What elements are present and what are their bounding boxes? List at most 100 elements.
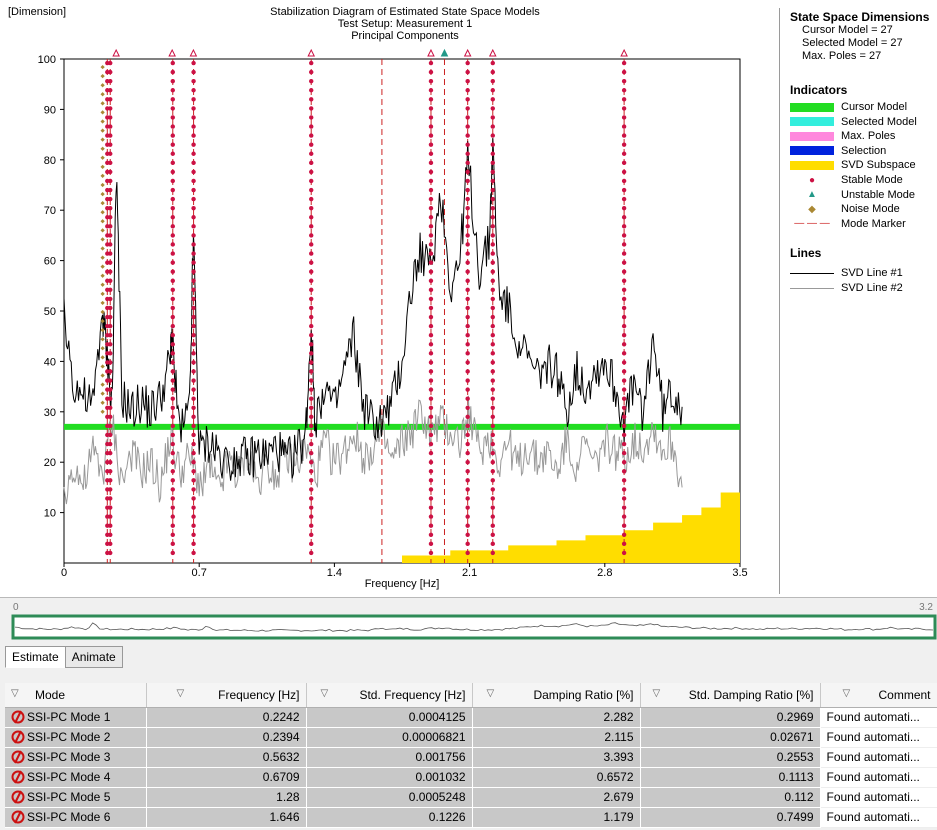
stable-mode-column[interactable] xyxy=(191,60,196,556)
std-damping-cell[interactable]: 0.1113 xyxy=(640,767,821,788)
stable-mode-dot xyxy=(490,405,495,410)
std-frequency-cell[interactable]: 0.1226 xyxy=(306,807,473,828)
stable-mode-dot xyxy=(465,251,470,256)
damping-cell[interactable]: 0.6572 xyxy=(472,767,641,788)
legend-lines-title: Lines xyxy=(790,246,822,260)
col-header-damping[interactable]: ▽ Damping Ratio [%] xyxy=(472,683,641,708)
std-frequency-cell-text: 0.1226 xyxy=(428,810,466,824)
damping-cell[interactable]: 2.115 xyxy=(472,727,641,748)
stable-mode-column[interactable] xyxy=(490,60,495,556)
stable-mode-dot xyxy=(108,233,113,238)
table-row[interactable]: SSI-PC Mode 1 0.2242 0.0004125 2.282 0.2969 F… xyxy=(5,707,937,728)
plot-area[interactable] xyxy=(63,58,741,564)
stable-mode-dot xyxy=(170,487,175,492)
stable-mode-dot xyxy=(465,242,470,247)
col-header-frequency[interactable]: ▽ Frequency [Hz] xyxy=(146,683,307,708)
frequency-cell[interactable]: 1.28 xyxy=(146,787,307,808)
stable-mode-column[interactable] xyxy=(170,60,175,556)
tab-estimate[interactable]: Estimate xyxy=(5,646,66,668)
comment-cell[interactable]: Found automati... xyxy=(820,767,937,788)
std-damping-cell[interactable]: 0.7499 xyxy=(640,807,821,828)
mode-name-cell[interactable]: SSI-PC Mode 2 xyxy=(5,727,147,748)
stable-mode-dot xyxy=(621,215,627,220)
comment-cell-text: Found automati... xyxy=(826,750,920,764)
std-damping-cell[interactable]: 0.2553 xyxy=(640,747,821,768)
stable-mode-dot xyxy=(170,323,175,329)
damping-cell[interactable]: 2.282 xyxy=(472,707,641,728)
comment-cell[interactable]: Found automati... xyxy=(820,747,937,768)
std-damping-cell[interactable]: 0.02671 xyxy=(640,727,821,748)
std-damping-cell[interactable]: 0.112 xyxy=(640,787,821,808)
std-damping-cell[interactable]: 0.2969 xyxy=(640,707,821,728)
damping-cell[interactable]: 1.179 xyxy=(472,807,641,828)
comment-cell[interactable]: Found automati... xyxy=(820,787,937,808)
stable-mode-dot xyxy=(309,124,314,129)
mode-name-cell[interactable]: SSI-PC Mode 4 xyxy=(5,767,147,788)
stable-mode-dot xyxy=(170,169,175,175)
overview-window[interactable] xyxy=(11,614,937,640)
y-tick-label: 10 xyxy=(44,508,56,520)
col-header-comment[interactable]: ▽ Comment xyxy=(820,683,937,708)
stable-mode-dot xyxy=(465,469,470,474)
std-frequency-cell[interactable]: 0.001032 xyxy=(306,767,473,788)
chart-subtitle-components: Principal Components xyxy=(351,30,459,42)
tab-animate[interactable]: Animate xyxy=(64,646,123,668)
std-damping-cell-text: 0.112 xyxy=(784,790,814,804)
frequency-cell[interactable]: 0.2242 xyxy=(146,707,307,728)
damping-cell[interactable]: 2.679 xyxy=(472,787,641,808)
stable-mode-dot xyxy=(309,396,314,401)
legend-item-label: Selected Model xyxy=(841,115,917,128)
std-frequency-cell[interactable]: 0.0004125 xyxy=(306,707,473,728)
frequency-cell[interactable]: 0.5632 xyxy=(146,747,307,768)
stable-mode-dot xyxy=(170,351,175,356)
std-frequency-cell[interactable]: 0.0005248 xyxy=(306,787,473,808)
mode-name-cell[interactable]: SSI-PC Mode 3 xyxy=(5,747,147,768)
col-header-mode[interactable]: ▽ Mode xyxy=(5,683,147,708)
stabilization-chart[interactable]: 0 0.7 1.4 2.1 2.8 3.5 10 20 30 40 50 60 70 80 90 100 Fre… xyxy=(0,0,779,598)
col-header-std-damping[interactable]: ▽ Std. Damping Ratio [%] xyxy=(640,683,821,708)
stable-mode-dot xyxy=(465,205,470,211)
stable-mode-column[interactable] xyxy=(108,60,113,556)
stable-mode-dot xyxy=(108,160,113,166)
std-frequency-cell[interactable]: 0.001756 xyxy=(306,747,473,768)
legend-item-label: Selection xyxy=(841,144,887,157)
stable-mode-dot xyxy=(465,351,470,356)
stable-mode-dot xyxy=(191,60,196,66)
stable-mode-dot xyxy=(428,142,434,147)
table-row[interactable]: SSI-PC Mode 2 0.2394 0.00006821 2.115 0.0267… xyxy=(5,727,937,748)
stable-mode-dot xyxy=(428,351,434,356)
std-frequency-cell[interactable]: 0.00006821 xyxy=(306,727,473,748)
stable-mode-column[interactable] xyxy=(428,60,434,556)
stable-mode-dot xyxy=(490,469,495,474)
comment-cell[interactable]: Found automati... xyxy=(820,727,937,748)
stable-mode-dot xyxy=(309,414,314,420)
overview-svd-strip[interactable] xyxy=(5,600,937,644)
stable-mode-column[interactable] xyxy=(621,60,627,556)
frequency-overview[interactable]: 0 3.2 xyxy=(5,600,937,644)
frequency-cell[interactable]: 1.646 xyxy=(146,807,307,828)
table-row[interactable]: SSI-PC Mode 4 0.6709 0.001032 0.6572 0.1113 F… xyxy=(5,767,937,788)
col-header-std-frequency[interactable]: ▽ Std. Frequency [Hz] xyxy=(306,683,473,708)
stable-mode-dot xyxy=(490,260,495,265)
dimension-label[interactable]: [Dimension] xyxy=(8,6,66,18)
damping-cell[interactable]: 3.393 xyxy=(472,747,641,768)
stable-mode-dot xyxy=(309,88,314,93)
stable-mode-dot xyxy=(309,441,314,447)
table-row[interactable]: SSI-PC Mode 5 1.28 0.0005248 2.679 0.112 Foun… xyxy=(5,787,937,808)
frequency-cell[interactable]: 0.2394 xyxy=(146,727,307,748)
stable-mode-dot xyxy=(108,378,113,383)
comment-cell[interactable]: Found automati... xyxy=(820,707,937,728)
frequency-cell[interactable]: 0.6709 xyxy=(146,767,307,788)
stable-mode-column[interactable] xyxy=(465,60,470,556)
x-tick-label: 3.5 xyxy=(732,567,747,579)
table-row[interactable]: SSI-PC Mode 6 1.646 0.1226 1.179 0.7499 Found… xyxy=(5,807,937,828)
comment-cell[interactable]: Found automati... xyxy=(820,807,937,828)
mode-name-cell[interactable]: SSI-PC Mode 6 xyxy=(5,807,147,828)
table-row[interactable]: SSI-PC Mode 3 0.5632 0.001756 3.393 0.2553 Fo… xyxy=(5,747,937,768)
mode-name-cell[interactable]: SSI-PC Mode 5 xyxy=(5,787,147,808)
mode-name-cell[interactable]: SSI-PC Mode 1 xyxy=(5,707,147,728)
std-frequency-cell-text: 0.001756 xyxy=(415,750,466,764)
stable-mode-dot xyxy=(108,287,113,293)
stable-mode-column[interactable] xyxy=(309,60,314,556)
stable-mode-dot xyxy=(170,60,175,66)
